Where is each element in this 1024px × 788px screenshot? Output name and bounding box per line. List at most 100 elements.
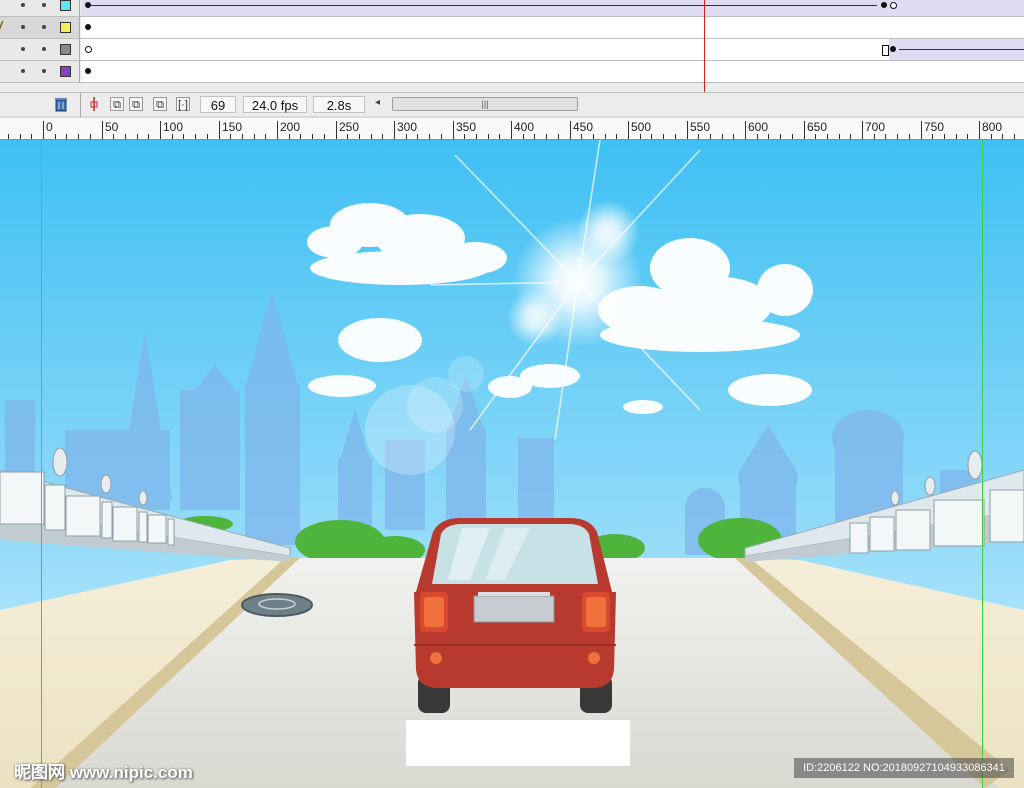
visibility-dot[interactable] <box>21 47 25 51</box>
ruler-minor-tick <box>909 134 910 139</box>
layer-row[interactable] <box>0 0 1024 17</box>
keyframe[interactable] <box>85 68 91 74</box>
ruler-major-tick <box>511 121 512 139</box>
ruler-label: 50 <box>105 120 119 134</box>
ruler-minor-tick <box>55 134 56 139</box>
ruler-minor-tick <box>324 134 325 139</box>
ruler-label: 500 <box>631 120 652 134</box>
ruler-minor-tick <box>125 134 126 139</box>
timeline-toolbar: ⧉ ⧉ ⧉ [·] 69 24.0 fps 2.8s ◂ ||| <box>0 92 1024 117</box>
keyframe[interactable] <box>85 24 91 30</box>
blank-keyframe[interactable] <box>890 2 897 9</box>
layer-row[interactable]: / <box>0 17 1024 39</box>
ruler-label: 700 <box>865 120 886 134</box>
ruler-minor-tick <box>640 134 641 139</box>
trash-icon[interactable] <box>53 96 69 112</box>
lock-dot[interactable] <box>42 3 46 7</box>
center-frame-icon[interactable] <box>88 96 100 112</box>
layer-controls: / <box>0 17 80 38</box>
ruler-label: 750 <box>924 120 945 134</box>
ruler-label: 400 <box>514 120 535 134</box>
timeline-scrollbar-thumb[interactable]: ||| <box>392 97 578 111</box>
layer-controls <box>0 39 80 60</box>
ruler-minor-tick <box>90 134 91 139</box>
road-marking <box>406 720 630 766</box>
onion-outline-icon[interactable]: ⧉ <box>129 97 143 111</box>
ruler-label: 350 <box>456 120 477 134</box>
ruler-minor-tick <box>850 134 851 139</box>
frame-rate-field[interactable]: 24.0 fps <box>243 96 307 113</box>
horizontal-ruler: 0 50 100 150 200 250 300 350 400 450 500 550 600 650 7… <box>0 118 1024 140</box>
ruler-minor-tick <box>137 134 138 139</box>
edit-frames-icon[interactable]: ⧉ <box>153 97 167 111</box>
end-frame[interactable] <box>882 45 889 56</box>
ruler-minor-tick <box>698 134 699 139</box>
ruler-minor-tick <box>546 134 547 139</box>
ruler-minor-tick <box>113 134 114 139</box>
ruler-major-tick <box>862 121 863 139</box>
ruler-major-tick <box>745 121 746 139</box>
timeline-panel: / <box>0 0 1024 96</box>
ruler-minor-tick <box>581 134 582 139</box>
ruler-minor-tick <box>967 134 968 139</box>
ruler-minor-tick <box>66 134 67 139</box>
layer-color-swatch[interactable] <box>60 0 71 11</box>
ruler-minor-tick <box>31 134 32 139</box>
keyframe[interactable] <box>881 2 887 8</box>
frame-track[interactable] <box>81 39 1024 60</box>
lock-dot[interactable] <box>42 25 46 29</box>
frame-track[interactable] <box>81 17 1024 38</box>
scene-artwork <box>0 140 1024 788</box>
modify-markers-icon[interactable]: [·] <box>176 97 190 111</box>
ruler-label: 650 <box>807 120 828 134</box>
keyframe[interactable] <box>890 46 896 52</box>
ruler-minor-tick <box>722 134 723 139</box>
layer-controls <box>0 61 80 82</box>
ruler-major-tick <box>102 121 103 139</box>
stage-guide-left[interactable] <box>41 140 42 788</box>
layer-row[interactable] <box>0 61 1024 83</box>
ruler-minor-tick <box>20 134 21 139</box>
ruler-minor-tick <box>651 134 652 139</box>
layer-color-swatch[interactable] <box>60 44 71 55</box>
ruler-minor-tick <box>1002 134 1003 139</box>
watermark-right: ID:2206122 NO:20180927104933086341 <box>794 758 1014 778</box>
ruler-major-tick <box>277 121 278 139</box>
layer-color-swatch[interactable] <box>60 66 71 77</box>
stage-canvas[interactable]: 昵图网 www.nipic.com ID:2206122 NO:20180927… <box>0 140 1024 788</box>
ruler-major-tick <box>394 121 395 139</box>
onion-skin-icon[interactable]: ⧉ <box>110 97 124 111</box>
ruler-minor-tick <box>499 134 500 139</box>
ruler-minor-tick <box>289 134 290 139</box>
scroll-left-icon[interactable]: ◂ <box>375 97 380 108</box>
tween-arrow <box>899 49 1024 50</box>
layer-color-swatch[interactable] <box>60 22 71 33</box>
blank-keyframe[interactable] <box>85 46 92 53</box>
layer-row[interactable] <box>0 39 1024 61</box>
ruler-minor-tick <box>710 134 711 139</box>
ruler-label: 550 <box>690 120 711 134</box>
elapsed-time-field[interactable]: 2.8s <box>313 96 365 113</box>
ruler-minor-tick <box>616 134 617 139</box>
ruler-minor-tick <box>593 134 594 139</box>
layer-controls <box>0 0 80 16</box>
current-frame-field[interactable]: 69 <box>200 96 236 113</box>
ruler-minor-tick <box>429 134 430 139</box>
visibility-dot[interactable] <box>21 3 25 7</box>
ruler-minor-tick <box>874 134 875 139</box>
ruler-minor-tick <box>172 134 173 139</box>
ruler-minor-tick <box>359 134 360 139</box>
lock-dot[interactable] <box>42 47 46 51</box>
frame-track[interactable] <box>81 61 1024 82</box>
ruler-minor-tick <box>207 134 208 139</box>
ruler-minor-tick <box>406 134 407 139</box>
ruler-minor-tick <box>956 134 957 139</box>
lock-dot[interactable] <box>42 69 46 73</box>
visibility-dot[interactable] <box>21 69 25 73</box>
stage-guide-right[interactable] <box>982 140 983 788</box>
playhead[interactable] <box>704 0 705 96</box>
visibility-dot[interactable] <box>21 25 25 29</box>
ruler-label: 0 <box>46 120 53 134</box>
frame-track[interactable] <box>81 0 1024 16</box>
ruler-minor-tick <box>523 134 524 139</box>
